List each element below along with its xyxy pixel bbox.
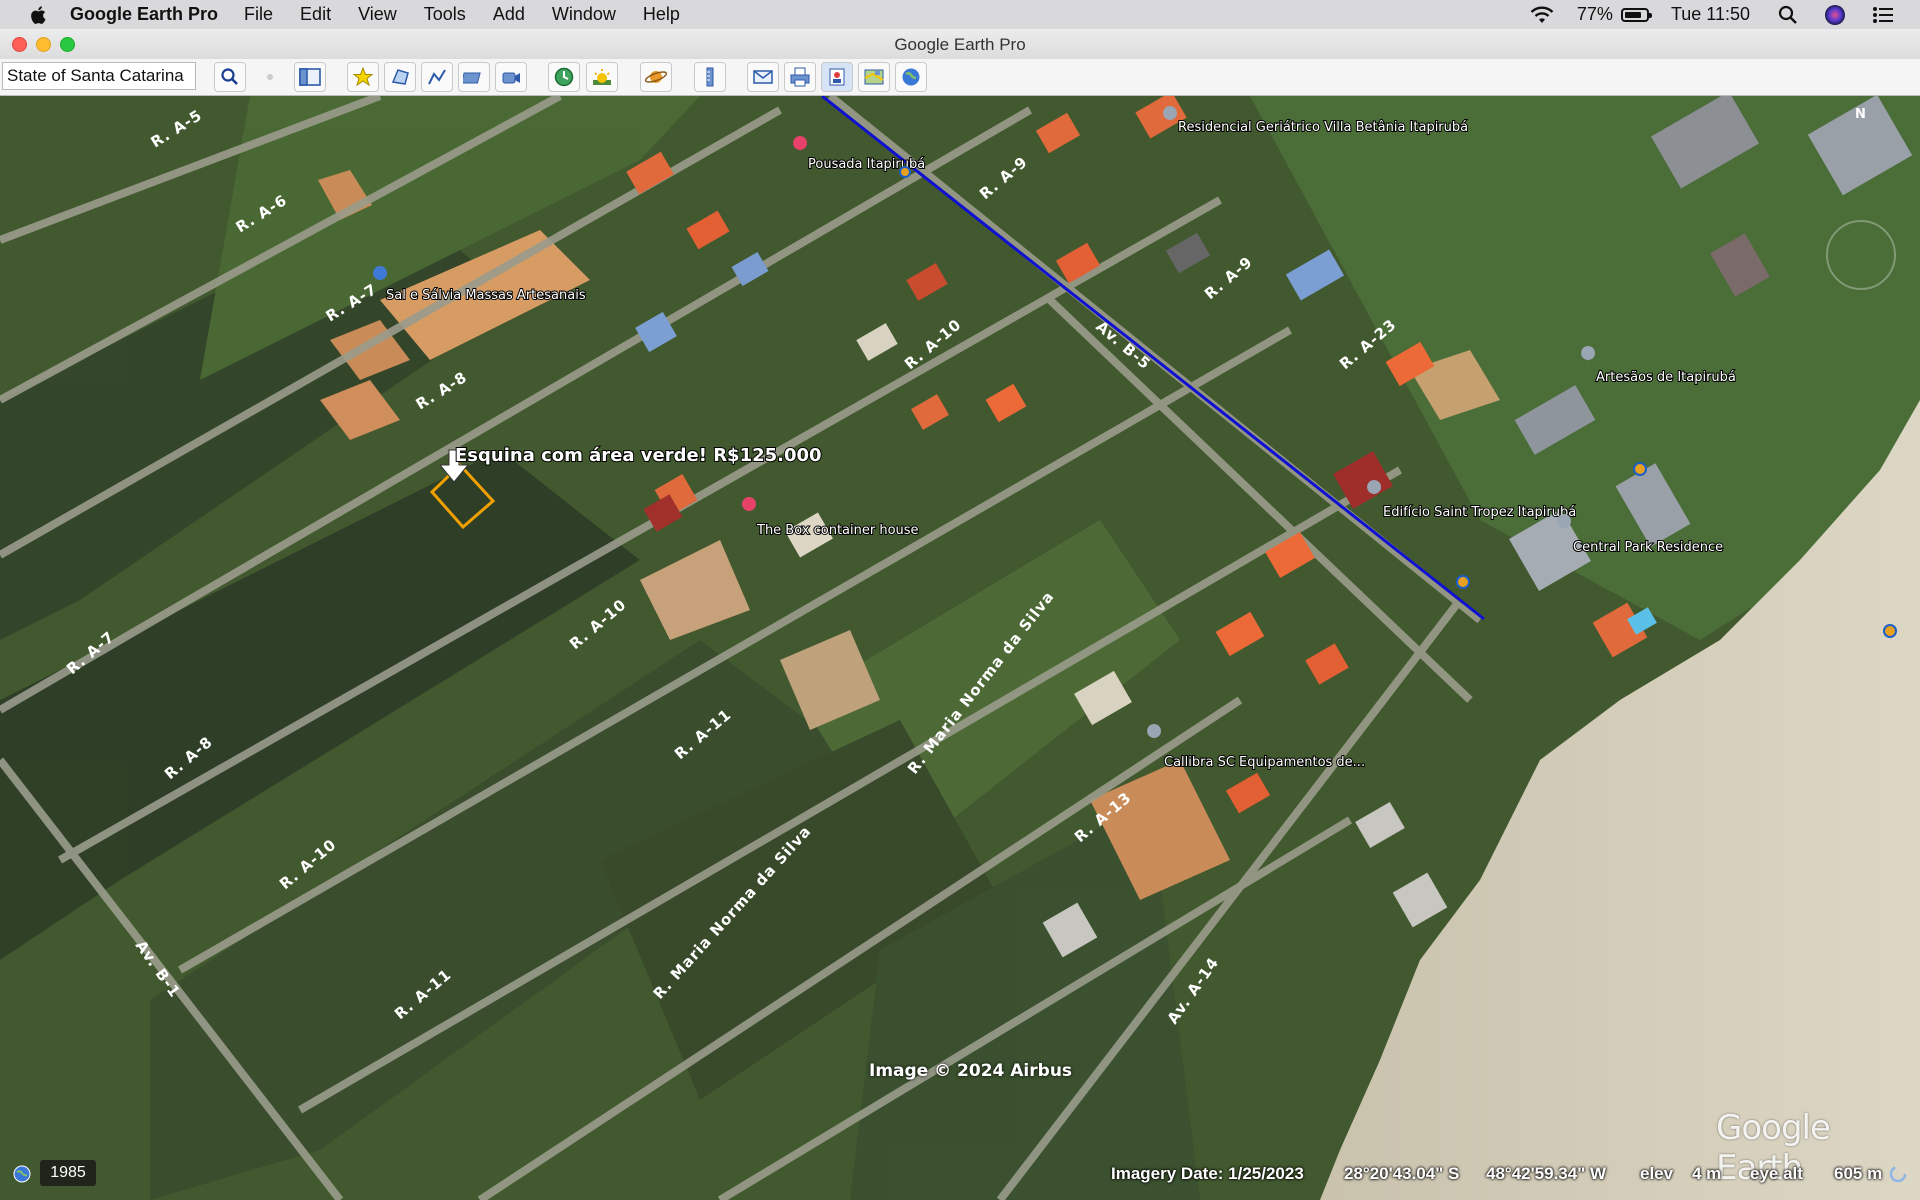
poi-dot-icon[interactable] — [899, 166, 911, 178]
sidebar-toggle-button[interactable] — [294, 62, 326, 92]
place-label: Edifício Saint Tropez Itapirubá — [1383, 505, 1576, 520]
window-title-bar: Google Earth Pro — [0, 29, 1920, 60]
clock[interactable]: Tue 11:50 — [1671, 4, 1750, 25]
wifi-icon[interactable] — [1529, 5, 1555, 25]
imagery-copyright: Image © 2024 Airbus — [869, 1061, 1073, 1081]
planets-button[interactable] — [640, 62, 672, 92]
dot-icon — [256, 62, 284, 92]
path-icon — [428, 69, 446, 85]
email-button[interactable] — [747, 62, 779, 92]
ruler-button[interactable] — [694, 62, 726, 92]
loading-spinner-icon — [1889, 1165, 1907, 1183]
satellite-imagery[interactable]: Esquina com área verde! R$125.000 Reside… — [0, 96, 1920, 1200]
menu-tools[interactable]: Tools — [424, 4, 466, 25]
menu-view[interactable]: View — [358, 4, 397, 25]
latitude: 28°20'43.04" S — [1344, 1164, 1460, 1183]
place-label: Sal e Sálvia Massas Artesanais — [386, 288, 586, 303]
lot-annotation-label[interactable]: Esquina com área verde! R$125.000 — [454, 444, 823, 467]
menu-help[interactable]: Help — [643, 4, 680, 25]
imagery-date: Imagery Date: 1/25/2023 — [1111, 1164, 1304, 1183]
placemark-icon — [352, 66, 374, 87]
ruler-icon — [706, 67, 714, 87]
planets-icon — [644, 71, 668, 83]
place-label: Central Park Residence — [1573, 540, 1723, 555]
map-viewport[interactable]: Esquina com área verde! R$125.000 Reside… — [0, 96, 1920, 1200]
eye-alt-value: 605 m — [1834, 1164, 1883, 1183]
control-center-icon[interactable] — [1872, 6, 1894, 24]
app-name-menu[interactable]: Google Earth Pro — [70, 4, 218, 25]
toolbar — [0, 59, 1920, 96]
battery-icon[interactable] — [1620, 7, 1652, 22]
longitude: 48°42'59.34" W — [1486, 1164, 1607, 1183]
historical-imagery-button[interactable] — [548, 62, 580, 92]
place-label: Artesãos de Itapirubá — [1596, 370, 1736, 385]
battery-percentage: 77% — [1576, 4, 1613, 24]
polygon-icon — [391, 69, 409, 85]
sidebar-toggle-icon — [299, 68, 321, 86]
view-in-maps-icon — [864, 69, 884, 85]
image-overlay-icon — [463, 72, 481, 84]
siri-icon[interactable] — [1824, 4, 1846, 26]
search-button[interactable] — [214, 62, 246, 92]
spotlight-search-icon[interactable] — [1778, 5, 1798, 25]
search-icon — [221, 68, 238, 85]
menu-add[interactable]: Add — [493, 4, 525, 25]
apple-logo-icon[interactable] — [28, 4, 50, 26]
save-image-icon — [829, 68, 845, 86]
historical-imagery-icon — [554, 67, 574, 87]
save-image-button[interactable] — [821, 62, 853, 92]
menu-edit[interactable]: Edit — [300, 4, 331, 25]
earth-view-button[interactable] — [895, 62, 927, 92]
sunlight-button[interactable] — [586, 62, 618, 92]
place-label: The Box container house — [756, 523, 919, 538]
north-indicator[interactable]: N — [1855, 107, 1866, 122]
poi-dot-icon[interactable] — [1456, 575, 1470, 589]
menu-file[interactable]: File — [244, 4, 273, 25]
elevation-value: 4 m — [1692, 1164, 1722, 1183]
print-button[interactable] — [784, 62, 816, 92]
earth-view-icon — [902, 68, 920, 86]
poi-dot-icon[interactable] — [1883, 624, 1897, 638]
eye-alt-label: eye alt — [1750, 1164, 1803, 1183]
place-label: Residencial Geriátrico Villa Betânia Ita… — [1178, 120, 1468, 135]
search-input[interactable] — [2, 62, 196, 90]
print-icon — [790, 67, 810, 87]
add-image-overlay-button[interactable] — [458, 62, 490, 92]
record-tour-icon — [502, 72, 520, 84]
add-placemark-button[interactable] — [347, 62, 379, 92]
poi-dot-icon[interactable] — [1633, 462, 1647, 476]
add-polygon-button[interactable] — [384, 62, 416, 92]
window-title: Google Earth Pro — [894, 35, 1026, 54]
elevation-label: elev — [1640, 1164, 1674, 1183]
menu-window[interactable]: Window — [552, 4, 616, 25]
email-icon — [753, 70, 773, 84]
macos-menu-bar: Google Earth Pro File Edit View Tools Ad… — [0, 0, 1920, 29]
view-in-maps-button[interactable] — [858, 62, 890, 92]
add-path-button[interactable] — [421, 62, 453, 92]
status-bar: Imagery Date: 1/25/2023 28°20'43.04" S 4… — [0, 1160, 1920, 1188]
sunlight-icon — [593, 69, 611, 85]
place-label: Callibra SC Equipamentos de... — [1164, 755, 1365, 770]
record-tour-button[interactable] — [495, 62, 527, 92]
